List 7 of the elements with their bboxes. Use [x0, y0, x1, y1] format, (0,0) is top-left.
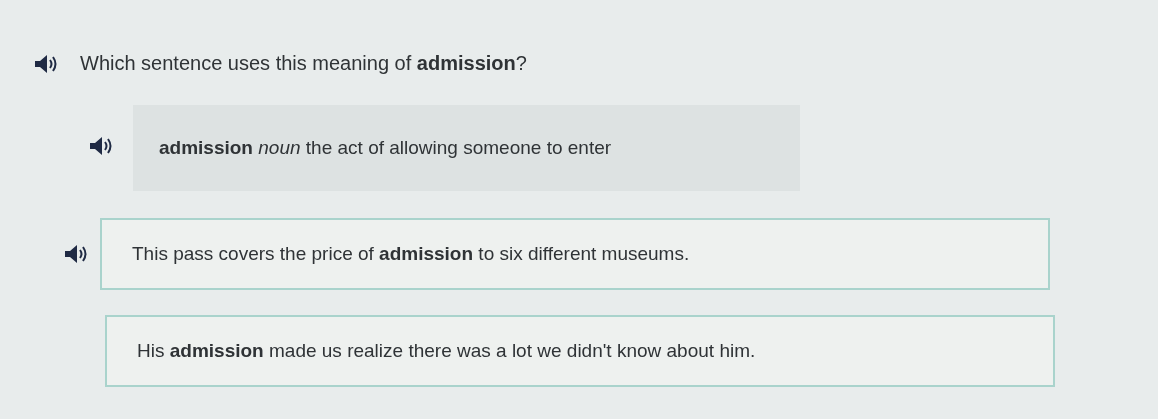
answer-option[interactable]: His admission made us realize there was a lot we didn't know about him. — [105, 315, 1055, 387]
question-text: Which sentence uses this meaning of admission? — [80, 52, 527, 75]
speaker-icon[interactable] — [34, 53, 58, 74]
definition-text: admission noun the act of allowing someone to enter — [159, 137, 612, 159]
speaker-icon[interactable] — [64, 244, 88, 264]
answer-option[interactable]: This pass covers the price of admission to six different museums. — [100, 218, 1050, 290]
speaker-icon[interactable] — [89, 135, 113, 156]
